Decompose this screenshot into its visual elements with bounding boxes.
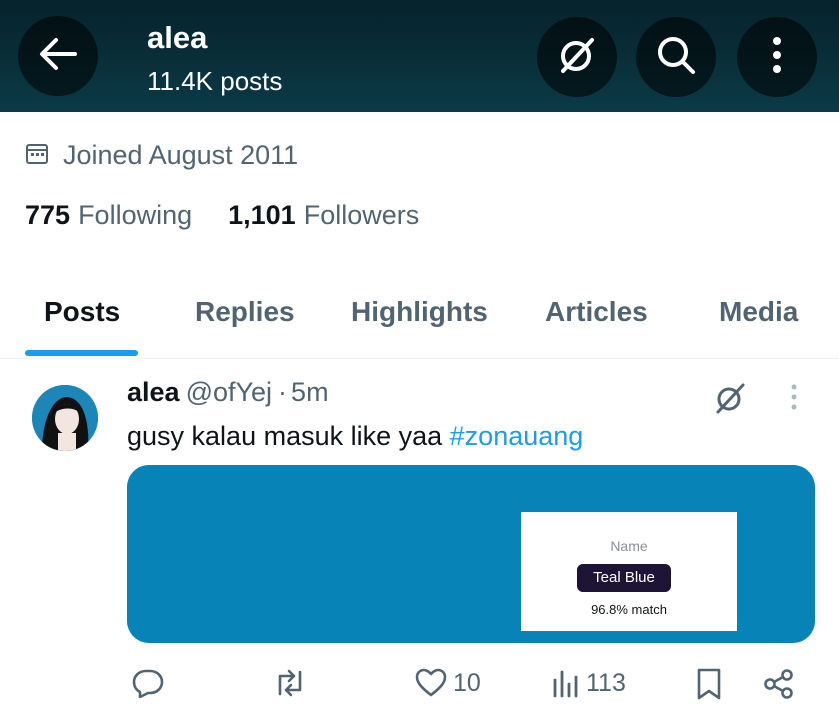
views-button[interactable]: 113	[552, 668, 626, 698]
following-label: Following	[78, 200, 193, 230]
post-grok-button[interactable]	[712, 380, 748, 421]
profile-tabs: Posts Replies Highlights Articles Media	[0, 290, 839, 359]
reply-icon	[132, 668, 164, 698]
active-tab-indicator	[25, 350, 138, 356]
post-author-name[interactable]: alea	[127, 377, 180, 407]
more-vertical-icon	[790, 384, 798, 414]
share-icon	[763, 668, 795, 700]
hashtag-link[interactable]: #zonauang	[450, 421, 584, 451]
more-vertical-icon	[772, 35, 782, 80]
search-icon	[655, 34, 697, 81]
card-label: Name	[610, 538, 648, 554]
joined-text: Joined August 2011	[63, 140, 299, 170]
search-button[interactable]	[636, 17, 716, 97]
share-button[interactable]	[763, 668, 795, 700]
like-button[interactable]: 10	[415, 668, 481, 698]
profile-header: alea 11.4K posts	[0, 0, 839, 112]
view-count: 113	[586, 668, 626, 697]
header-title: alea	[147, 20, 208, 55]
followers-label: Followers	[303, 200, 420, 230]
post-author-handle[interactable]: @ofYej	[186, 377, 272, 407]
post-more-button[interactable]	[790, 384, 798, 415]
avatar[interactable]	[32, 385, 98, 451]
match-percentage: 96.8% match	[591, 602, 667, 617]
post-separator: ·	[278, 377, 288, 407]
bookmark-button[interactable]	[696, 668, 722, 700]
following-count: 775	[25, 200, 71, 230]
views-icon	[552, 668, 580, 698]
tab-articles[interactable]: Articles	[545, 296, 648, 328]
bookmark-icon	[696, 668, 722, 700]
post-text: gusy kalau masuk like yaa #zonauang	[127, 421, 583, 452]
grok-icon	[712, 383, 748, 420]
arrow-left-icon	[39, 37, 77, 76]
grok-button[interactable]	[537, 17, 617, 97]
grok-icon	[555, 33, 599, 82]
joined-date: Joined August 2011	[25, 140, 298, 171]
tab-posts[interactable]: Posts	[44, 296, 120, 328]
heart-icon	[415, 668, 447, 698]
followers-count: 1,101	[228, 200, 296, 230]
tab-replies[interactable]: Replies	[195, 296, 295, 328]
followers-link[interactable]: 1,101 Followers	[228, 200, 419, 231]
follow-stats: 775 Following 1,101 Followers	[25, 200, 419, 231]
like-count: 10	[453, 668, 481, 697]
tab-highlights[interactable]: Highlights	[351, 296, 488, 328]
post-header: alea @ofYej · 5m	[127, 377, 329, 408]
post-media[interactable]: Name Teal Blue 96.8% match	[127, 465, 815, 643]
back-button[interactable]	[18, 16, 98, 96]
post-time[interactable]: 5m	[291, 377, 329, 407]
color-match-card: Name Teal Blue 96.8% match	[521, 512, 737, 631]
tab-media[interactable]: Media	[719, 296, 798, 328]
repost-button[interactable]	[272, 668, 308, 698]
calendar-icon	[25, 141, 49, 170]
repost-icon	[272, 668, 308, 698]
header-post-count: 11.4K posts	[147, 66, 283, 96]
more-options-button[interactable]	[737, 17, 817, 97]
color-name-pill: Teal Blue	[577, 564, 671, 592]
following-link[interactable]: 775 Following	[25, 200, 192, 231]
reply-button[interactable]	[132, 668, 164, 698]
post-text-body: gusy kalau masuk like yaa	[127, 421, 450, 451]
